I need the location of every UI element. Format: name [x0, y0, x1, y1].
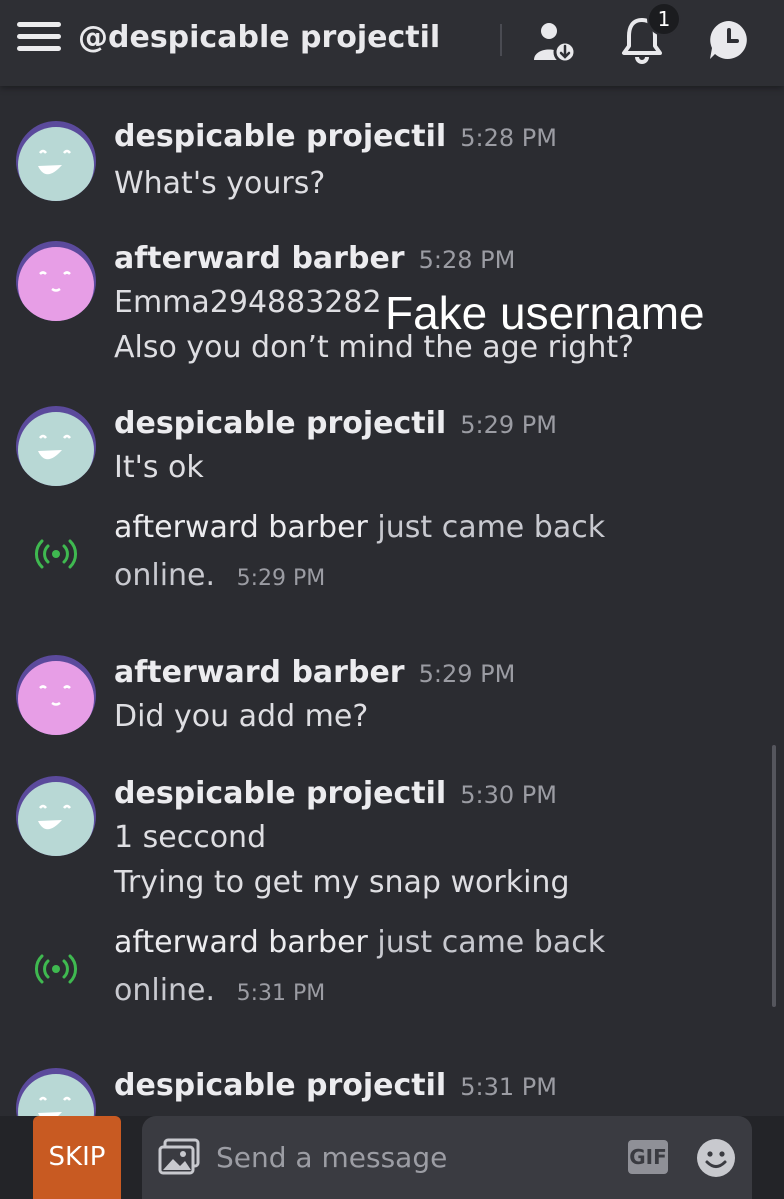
avatar[interactable]	[16, 655, 96, 735]
message-composer: GIF	[142, 1116, 752, 1199]
system-text: afterward barber just came back online. …	[114, 919, 674, 1018]
top-bar: @despicable projectil 1	[0, 0, 784, 86]
avatar[interactable]	[16, 241, 96, 321]
message-author[interactable]: afterward barber 5:29 PM	[114, 655, 515, 690]
add-friend-icon[interactable]	[532, 20, 578, 64]
scrollbar[interactable]	[772, 745, 776, 1007]
system-user[interactable]: afterward barber	[114, 510, 368, 545]
message-input[interactable]	[214, 1136, 598, 1178]
header-divider	[500, 24, 502, 56]
online-status-icon	[35, 539, 77, 569]
message-text: 1 seccond	[114, 820, 267, 855]
system-text: afterward barber just came back online. …	[114, 504, 674, 603]
message-author[interactable]: afterward barber 5:28 PM	[114, 241, 515, 276]
message-text: It's ok	[114, 450, 204, 485]
message-author[interactable]: despicable projectil 5:29 PM	[114, 406, 557, 441]
message-list[interactable]: despicable projectil 5:28 PM What's yours…	[0, 86, 784, 1116]
message-text: Trying to get my snap working	[114, 865, 570, 900]
message-time: 5:29 PM	[418, 660, 516, 688]
message-author[interactable]: despicable projectil 5:31 PM	[114, 1068, 557, 1103]
message-author[interactable]: despicable projectil 5:28 PM	[114, 119, 557, 154]
composer-bar: SKIP GIF	[0, 1116, 784, 1199]
history-icon[interactable]	[707, 18, 751, 62]
message-author[interactable]: despicable projectil 5:30 PM	[114, 776, 557, 811]
avatar[interactable]	[16, 406, 96, 486]
menu-icon[interactable]	[17, 22, 61, 58]
message-time: 5:31 PM	[236, 981, 326, 1006]
chat-title: @despicable projectil	[78, 20, 441, 55]
system-user[interactable]: afterward barber	[114, 925, 368, 960]
message-time: 5:31 PM	[460, 1073, 557, 1101]
message-time: 5:29 PM	[460, 411, 557, 439]
annotation-overlay: Fake username	[385, 287, 705, 339]
gif-button[interactable]: GIF	[628, 1140, 668, 1174]
message-time: 5:30 PM	[460, 781, 557, 809]
avatar[interactable]	[16, 121, 96, 201]
notification-badge: 1	[647, 2, 681, 36]
message-time: 5:28 PM	[418, 246, 516, 274]
message-text: What's yours?	[114, 166, 326, 201]
online-status-icon	[35, 954, 77, 984]
message-time: 5:28 PM	[460, 124, 557, 152]
message-text: Emma294883282	[114, 285, 382, 320]
emoji-icon[interactable]	[696, 1138, 736, 1178]
message-time: 5:29 PM	[236, 566, 326, 591]
image-upload-icon[interactable]	[158, 1138, 200, 1176]
avatar[interactable]	[16, 1068, 96, 1116]
skip-button[interactable]: SKIP	[33, 1116, 121, 1199]
avatar[interactable]	[16, 776, 96, 856]
message-text: Did you add me?	[114, 699, 369, 734]
